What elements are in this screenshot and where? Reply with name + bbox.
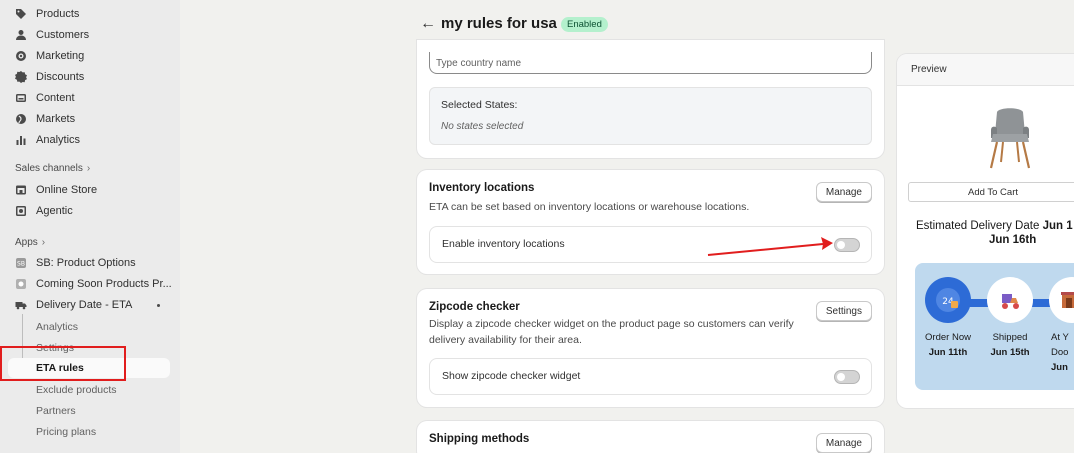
image-icon <box>14 91 28 105</box>
status-badge: Enabled <box>561 17 608 32</box>
highlight-annotation-box <box>0 346 126 381</box>
zipcode-toggle-row: Show zipcode checker widget <box>429 358 872 395</box>
sidebar-item-products[interactable]: Products <box>14 4 79 24</box>
apps-heading[interactable]: Apps › <box>15 237 45 248</box>
zipcode-checker-card: Zipcode checker Settings Display a zipco… <box>417 289 884 407</box>
sidebar-item-label: Products <box>36 8 80 20</box>
eta-prefix: Estimated Delivery Date <box>916 220 1040 232</box>
shipped-icon <box>987 277 1033 323</box>
selected-states-label: Selected States: <box>441 99 518 111</box>
sidebar-item-label: Content <box>36 92 75 104</box>
tag-icon <box>14 7 28 21</box>
sidebar-item-label: Markets <box>36 113 76 125</box>
step-label: Order Now <box>925 332 971 343</box>
preview-header: Preview <box>897 54 1074 86</box>
sidebar-item-agentic[interactable]: Agentic <box>14 201 73 221</box>
manage-inventory-button[interactable]: Manage <box>815 182 872 202</box>
card-description: ETA can be set based on inventory locati… <box>429 201 750 213</box>
bar-chart-icon <box>14 133 28 147</box>
chevron-right-icon: › <box>86 163 91 174</box>
sidebar-item-delivery-date[interactable]: Delivery Date - ETA <box>14 295 132 315</box>
sidebar-item-coming-soon[interactable]: Coming Soon Products Pr... <box>14 274 172 294</box>
chevron-right-icon: › <box>41 237 46 248</box>
svg-text:SB: SB <box>17 261 25 268</box>
step-label-2: Doo <box>1051 347 1069 358</box>
more-dot-icon[interactable] <box>157 304 160 307</box>
toggle-knob <box>837 373 845 381</box>
globe-icon <box>14 112 28 126</box>
sidebar-item-online-store[interactable]: Online Store <box>14 180 97 200</box>
step-label: Shipped <box>992 332 1028 343</box>
inventory-toggle[interactable] <box>834 238 860 252</box>
toggle-knob <box>837 241 845 249</box>
sidebar-item-label: Delivery Date - ETA <box>36 299 133 311</box>
truck-icon <box>14 298 28 312</box>
shipping-methods-card: Shipping methods Manage <box>417 421 884 453</box>
card-title: Shipping methods <box>429 433 530 445</box>
preview-panel: Preview Add To Cart Estimated Delivery D… <box>897 54 1074 408</box>
sidebar: Products Customers Marketing Discounts C… <box>0 0 180 453</box>
selected-states-value: No states selected <box>441 121 524 132</box>
sidebar-item-marketing[interactable]: Marketing <box>14 46 84 66</box>
person-icon <box>14 28 28 42</box>
order-now-icon: 24 <box>925 277 971 323</box>
country-card: Type country name Selected States: No st… <box>417 40 884 158</box>
toggle-label: Show zipcode checker widget <box>442 370 581 382</box>
sidebar-subitem-analytics[interactable]: Analytics <box>36 321 78 333</box>
sidebar-item-content[interactable]: Content <box>14 88 75 108</box>
sidebar-item-label: Analytics <box>36 134 81 146</box>
zipcode-toggle[interactable] <box>834 370 860 384</box>
toggle-label: Enable inventory locations <box>442 238 565 250</box>
app-icon: SB <box>14 256 28 270</box>
sidebar-item-label: Customers <box>36 29 90 41</box>
eta-start-date: Jun 1 <box>1042 220 1073 232</box>
card-title: Inventory locations <box>429 182 535 194</box>
card-title: Zipcode checker <box>429 301 520 313</box>
sidebar-item-label: Marketing <box>36 50 85 62</box>
card-description: Display a zipcode checker widget on the … <box>429 318 794 346</box>
app-icon <box>14 277 28 291</box>
eta-line: Estimated Delivery Date Jun 1 <box>916 219 1074 234</box>
agent-icon <box>14 204 28 218</box>
selected-states-box: Selected States: No states selected <box>429 87 872 145</box>
delivery-timeline: 24 Order Now Jun 11th Shipped Jun 15th A… <box>915 263 1074 390</box>
sidebar-subitem-pricing-plans[interactable]: Pricing plans <box>36 426 96 438</box>
sidebar-item-label: SB: Product Options <box>36 257 136 269</box>
page-title: my rules for usa <box>441 15 557 32</box>
target-icon <box>14 49 28 63</box>
sidebar-item-label: Discounts <box>36 71 85 83</box>
sidebar-subitem-partners[interactable]: Partners <box>36 405 76 417</box>
sidebar-item-analytics[interactable]: Analytics <box>14 130 80 150</box>
store-icon <box>14 183 28 197</box>
step-date: Jun 11th <box>928 347 968 358</box>
timeline-step-shipped: Shipped Jun 15th <box>983 330 1037 360</box>
preview-title: Preview <box>911 64 947 75</box>
sidebar-item-label: Coming Soon Products Pr... <box>36 278 172 290</box>
sidebar-item-label: Online Store <box>36 184 98 196</box>
annotation-arrow <box>707 237 833 256</box>
discount-icon <box>14 70 28 84</box>
country-search-input[interactable]: Type country name <box>429 52 872 74</box>
zipcode-settings-button[interactable]: Settings <box>815 301 872 321</box>
add-to-cart-button[interactable]: Add To Cart <box>908 182 1074 202</box>
step-label: At Y <box>1051 332 1069 343</box>
timeline-step-order: Order Now Jun 11th <box>917 330 979 360</box>
sidebar-item-discounts[interactable]: Discounts <box>14 67 84 87</box>
sales-channels-heading[interactable]: Sales channels › <box>15 163 90 174</box>
timeline-step-at-door: At Y Doo Jun <box>1051 330 1074 375</box>
eta-end-date: Jun 16th <box>989 234 1037 246</box>
chair-product-image <box>989 108 1031 169</box>
sidebar-item-sb-product-options[interactable]: SB SB: Product Options <box>14 253 136 273</box>
sidebar-item-markets[interactable]: Markets <box>14 109 75 129</box>
sidebar-item-label: Agentic <box>36 205 73 217</box>
step-date: Jun 15th <box>990 347 1030 358</box>
sidebar-item-customers[interactable]: Customers <box>14 25 89 45</box>
at-door-icon <box>1049 277 1074 323</box>
manage-shipping-button[interactable]: Manage <box>815 433 872 453</box>
back-arrow-icon[interactable]: ← <box>420 15 436 33</box>
step-date: Jun <box>1051 362 1068 373</box>
sidebar-subitem-exclude-products[interactable]: Exclude products <box>36 384 117 396</box>
